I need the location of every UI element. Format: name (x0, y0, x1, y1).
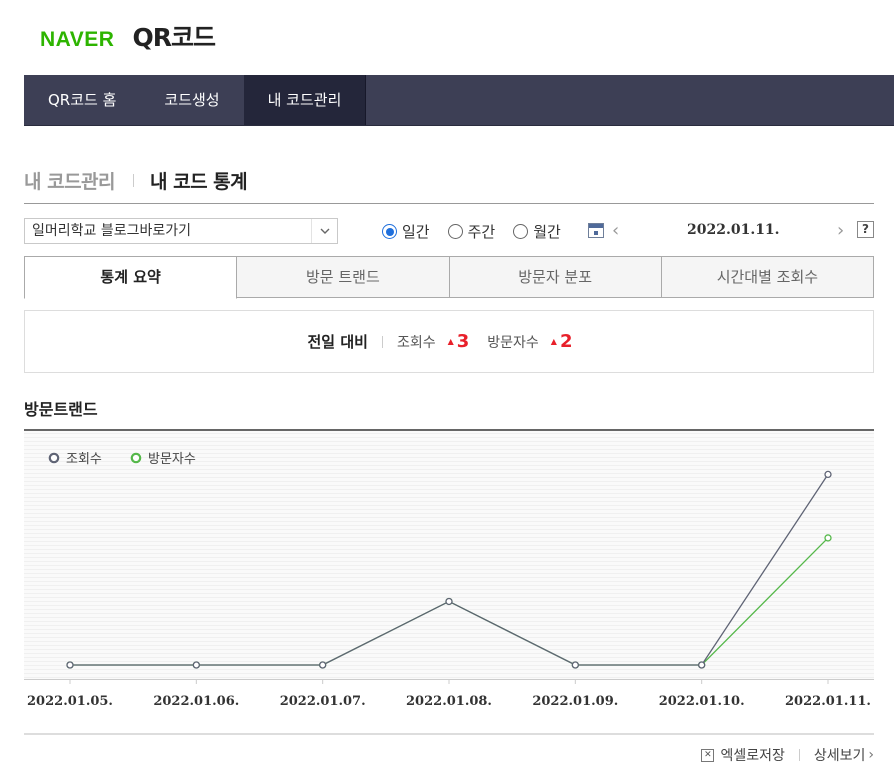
summary-label: 전일 대비 (307, 333, 368, 351)
data-point (824, 534, 832, 542)
breadcrumb-separator (133, 174, 135, 187)
radio-monthly-circle[interactable] (513, 224, 529, 239)
visitors-change: 2 (559, 331, 573, 352)
x-tick-label: 2022.01.09. (532, 694, 618, 709)
bottom-divider (24, 733, 874, 735)
page-title: 내 코드 통계 (150, 171, 248, 193)
summary-box: 전일 대비 조회수 ▲ 3 방문자수 ▲ 2 (24, 310, 874, 373)
radio-monthly[interactable]: 월간 (513, 221, 561, 242)
x-tick-label: 2022.01.11. (785, 694, 871, 709)
up-arrow-icon: ▲ (550, 337, 557, 346)
product-title: QR코드 (132, 23, 216, 52)
x-tick-label: 2022.01.06. (153, 694, 239, 709)
legend-marker (130, 452, 142, 464)
footer-links: ✕ 엑셀로저장 상세보기 › (701, 745, 874, 765)
excel-icon[interactable]: ✕ (701, 748, 715, 762)
footer-separator (798, 749, 800, 761)
chevron-left-icon[interactable]: ‹ (612, 220, 619, 241)
code-select[interactable]: 일머리학교 블로그바로가기 (24, 218, 338, 244)
x-tick-label: 2022.01.08. (406, 694, 492, 709)
legend-label: 조회수 (66, 452, 102, 467)
excel-save-link[interactable]: 엑셀로저장 (720, 745, 784, 765)
code-select-value: 일머리학교 블로그바로가기 (32, 223, 192, 239)
chevron-right-icon[interactable]: › (837, 220, 844, 241)
breadcrumb: 내 코드관리 내 코드 통계 (24, 167, 248, 194)
x-tick-label: 2022.01.10. (659, 694, 745, 709)
visit-trend-chart: 조회수 방문자수 2022.01.05. 2022.01.06. 2022.01.07… (24, 429, 874, 735)
data-point (698, 661, 706, 669)
radio-daily[interactable]: 일간 (382, 221, 430, 242)
legend-marker (48, 452, 60, 464)
plot-top-border (24, 429, 874, 431)
tab-hourly-views[interactable]: 시간대별 조회수 (661, 256, 874, 298)
naver-qr-logo[interactable]: NAVER QR코드 (40, 18, 216, 54)
chart-svg: 조회수 방문자수 2022.01.05. 2022.01.06. 2022.01.07… (24, 429, 874, 709)
x-tick-label: 2022.01.05. (27, 694, 113, 709)
global-nav: QR코드 홈 코드생성 내 코드관리 (24, 75, 894, 126)
section-title: 방문트랜드 (24, 400, 98, 419)
detail-link[interactable]: 상세보기 (814, 745, 866, 765)
radio-weekly[interactable]: 주간 (447, 221, 496, 242)
nav-item-my-codes[interactable]: 내 코드관리 (243, 75, 367, 125)
nav-item-qr-home[interactable]: QR코드 홈 (24, 75, 140, 125)
chevron-down-icon[interactable] (311, 219, 337, 243)
calendar-icon[interactable] (588, 223, 604, 238)
data-point (445, 597, 453, 606)
data-point (571, 661, 579, 669)
visitors-label: 방문자수 (487, 334, 539, 351)
data-point (66, 661, 74, 669)
tab-visit-trend[interactable]: 방문 트랜드 (237, 256, 450, 298)
data-point (319, 661, 327, 669)
data-point (824, 470, 832, 479)
title-divider (24, 203, 874, 204)
x-axis-labels: 2022.01.05. 2022.01.06. 2022.01.07. 2022.01… (27, 679, 871, 709)
up-arrow-icon: ▲ (447, 337, 454, 346)
summary-separator (381, 335, 383, 348)
naver-brand: NAVER (40, 28, 115, 51)
breadcrumb-parent[interactable]: 내 코드관리 (24, 167, 116, 194)
views-change: 3 (456, 331, 470, 352)
tab-summary[interactable]: 통계 요약 (24, 256, 238, 299)
selected-date: 2022.01.11. (687, 222, 780, 238)
radio-monthly-label: 월간 (533, 223, 561, 241)
stats-tabs: 통계 요약 방문 트랜드 방문자 분포 시간대별 조회수 (24, 256, 874, 299)
nav-item-create-code[interactable]: 코드생성 (140, 75, 243, 125)
radio-weekly-circle[interactable] (447, 224, 463, 239)
period-radio-group: 일간 주간 월간 (382, 221, 579, 242)
views-label: 조회수 (396, 334, 436, 351)
radio-daily-label: 일간 (402, 223, 430, 241)
chevron-right-icon[interactable]: › (868, 747, 874, 763)
x-tick-label: 2022.01.07. (280, 694, 366, 709)
legend-label: 방문자수 (148, 452, 196, 467)
radio-daily-circle[interactable] (382, 224, 397, 239)
data-point (192, 661, 200, 669)
tab-visitor-distribution[interactable]: 방문자 분포 (449, 256, 662, 298)
radio-weekly-label: 주간 (467, 223, 496, 241)
help-icon[interactable]: ? (857, 221, 874, 238)
